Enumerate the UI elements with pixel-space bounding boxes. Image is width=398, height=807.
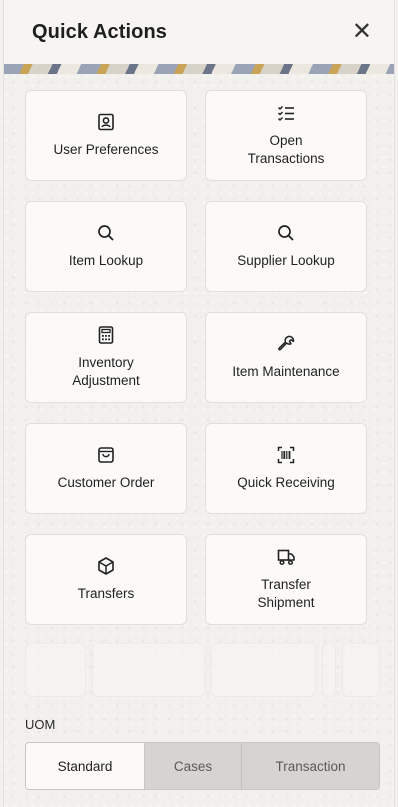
faded-placeholder-row (25, 643, 380, 697)
action-supplier-lookup[interactable]: Supplier Lookup (205, 201, 367, 292)
user-badge-icon (98, 113, 114, 131)
uom-label: UOM (25, 717, 56, 732)
action-transfer-shipment[interactable]: Transfer Shipment (205, 534, 367, 625)
checklist-icon (277, 105, 294, 122)
package-icon (98, 557, 114, 575)
truck-icon (277, 549, 295, 566)
action-label: User Preferences (53, 142, 159, 157)
panel-title: Quick Actions (32, 20, 168, 43)
action-quick-receiving[interactable]: Quick Receiving (205, 423, 367, 514)
placeholder-block (92, 643, 206, 697)
action-label: Supplier Lookup (237, 253, 335, 268)
uom-option-standard[interactable]: Standard (26, 743, 145, 789)
action-label: Open Transactions (247, 133, 325, 166)
close-icon[interactable]: ✕ (352, 20, 372, 44)
calculator-icon (98, 326, 114, 344)
panel-header: Quick Actions ✕ (4, 0, 394, 64)
uom-option-transaction[interactable]: Transaction (242, 743, 379, 789)
placeholder-block (322, 643, 337, 697)
uom-option-cases[interactable]: Cases (145, 743, 242, 789)
wrench-icon (278, 335, 295, 351)
panel-content: User Preferences Open Transactions Item … (4, 74, 394, 807)
action-customer-order[interactable]: Customer Order (25, 423, 187, 514)
action-user-preferences[interactable]: User Preferences (25, 90, 187, 181)
action-label: Quick Receiving (237, 475, 335, 490)
action-label: Inventory Adjustment (72, 355, 140, 388)
placeholder-block (342, 643, 380, 697)
barcode-scan-icon (277, 446, 295, 464)
header-banner (4, 64, 394, 74)
search-icon (98, 225, 114, 241)
placeholder-block (211, 643, 317, 697)
action-transfers[interactable]: Transfers (25, 534, 187, 625)
uom-segmented-control: Standard Cases Transaction (25, 742, 380, 790)
search-icon (278, 225, 294, 241)
action-open-transactions[interactable]: Open Transactions (205, 90, 367, 181)
action-label: Item Maintenance (232, 364, 340, 379)
actions-grid: User Preferences Open Transactions Item … (25, 90, 380, 625)
shopping-bag-icon (98, 447, 114, 463)
action-label: Transfers (77, 586, 135, 601)
action-item-maintenance[interactable]: Item Maintenance (205, 312, 367, 403)
placeholder-block (25, 643, 87, 697)
quick-actions-panel: Quick Actions ✕ User Preferences Open Tr… (4, 0, 394, 807)
action-label: Item Lookup (68, 253, 144, 268)
action-item-lookup[interactable]: Item Lookup (25, 201, 187, 292)
action-label: Customer Order (57, 475, 155, 490)
action-label: Transfer Shipment (257, 577, 315, 610)
action-inventory-adjustment[interactable]: Inventory Adjustment (25, 312, 187, 403)
